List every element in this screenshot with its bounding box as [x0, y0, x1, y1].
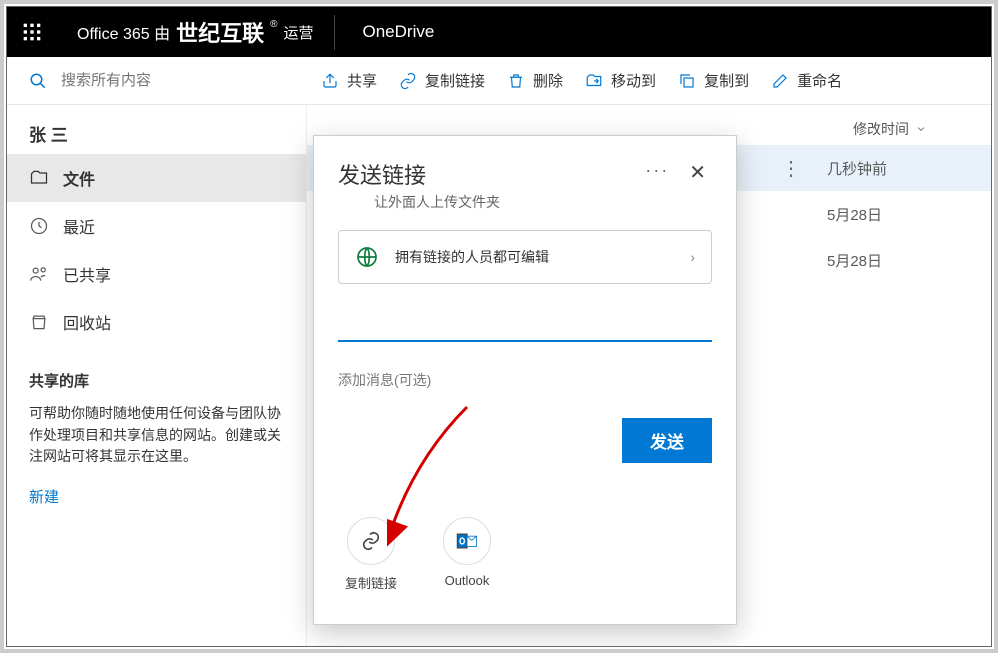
row-modified: 5月28日 — [827, 204, 967, 225]
shared-libraries-text: 可帮助你随时随地使用任何设备与团队协作处理项目和共享信息的网站。创建或关注网站可… — [7, 399, 306, 468]
rename-label: 重命名 — [797, 70, 842, 91]
rename-button[interactable]: 重命名 — [771, 70, 842, 91]
message-label: 添加消息(可选) — [338, 370, 712, 390]
row-modified: 5月28日 — [827, 250, 967, 271]
chevron-right-icon: › — [690, 249, 695, 265]
link-scope-selector[interactable]: 拥有链接的人员都可编辑 › — [338, 230, 712, 284]
column-modified-label: 修改时间 — [853, 119, 909, 139]
sidebar-item-recent[interactable]: 最近 — [7, 202, 306, 250]
app-name[interactable]: OneDrive — [335, 22, 463, 42]
watermark-text: © 2019 ZJUNSEN https://blog.51cto.com/rd… — [646, 13, 977, 31]
sidebar-item-files[interactable]: 文件 — [7, 154, 306, 202]
row-more-icon[interactable]: ⋮ — [781, 156, 801, 181]
brand-suffix: 运营 — [283, 22, 313, 43]
dialog-subtitle: 让外面人上传文件夹 — [338, 192, 639, 212]
link-icon — [399, 72, 417, 90]
move-to-label: 移动到 — [611, 70, 656, 91]
sidebar-item-recycle[interactable]: 回收站 — [7, 298, 306, 346]
copy-to-button[interactable]: 复制到 — [678, 70, 749, 91]
outlook-action[interactable]: Outlook — [434, 517, 500, 592]
sidebar: 张 三 文件 最近 已共享 回收站 共享的库 可帮助你随时随地使用任何设备与团队… — [7, 105, 307, 646]
sidebar-item-label: 回收站 — [63, 310, 111, 334]
waffle-icon — [22, 22, 42, 42]
sidebar-item-label: 文件 — [63, 166, 95, 190]
brand-prefix: Office 365 由 — [77, 20, 170, 44]
trash-icon — [507, 72, 525, 90]
dialog-close-button[interactable]: ✕ — [683, 158, 712, 187]
send-link-dialog: 发送链接 让外面人上传文件夹 ··· ✕ 拥有链接的人员都可编辑 › 添加消息(… — [313, 135, 737, 625]
copy-to-label: 复制到 — [704, 70, 749, 91]
search-box[interactable] — [7, 72, 307, 90]
dialog-more-button[interactable]: ··· — [639, 158, 675, 183]
share-label: 共享 — [347, 70, 377, 91]
suite-brand: Office 365 由 世纪互联 ® 运营 — [57, 15, 335, 50]
link-icon — [360, 530, 382, 552]
column-modified[interactable]: 修改时间 — [853, 119, 967, 139]
copy-link-label: 复制链接 — [425, 70, 485, 91]
share-icon — [321, 72, 339, 90]
command-row: 共享 复制链接 删除 移动到 复制到 重命名 — [7, 57, 991, 105]
chevron-down-icon — [915, 123, 927, 135]
dialog-title: 发送链接 — [338, 158, 639, 190]
search-icon — [29, 72, 47, 90]
sidebar-item-shared[interactable]: 已共享 — [7, 250, 306, 298]
sidebar-item-label: 最近 — [63, 214, 95, 238]
clock-icon — [29, 216, 49, 236]
row-modified: 几秒钟前 — [827, 158, 967, 179]
delete-label: 删除 — [533, 70, 563, 91]
sidebar-item-label: 已共享 — [63, 262, 111, 286]
delete-button[interactable]: 删除 — [507, 70, 563, 91]
copy-link-button[interactable]: 复制链接 — [399, 70, 485, 91]
move-icon — [585, 72, 603, 90]
command-bar: 共享 复制链接 删除 移动到 复制到 重命名 — [307, 70, 842, 91]
brand-main: 世纪互联 — [176, 16, 264, 48]
people-icon — [29, 264, 49, 284]
app-launcher-button[interactable] — [7, 7, 57, 57]
brand-trademark: ® — [270, 19, 277, 30]
search-input[interactable] — [61, 72, 307, 89]
outlook-icon — [456, 530, 478, 552]
globe-icon — [355, 245, 379, 269]
recycle-icon — [29, 312, 49, 332]
move-to-button[interactable]: 移动到 — [585, 70, 656, 91]
folder-icon — [29, 168, 49, 188]
copy-icon — [678, 72, 696, 90]
outlook-label: Outlook — [445, 573, 490, 588]
send-button[interactable]: 发送 — [622, 418, 712, 463]
link-scope-label: 拥有链接的人员都可编辑 — [395, 247, 674, 267]
create-new-link[interactable]: 新建 — [7, 468, 306, 525]
owner-name[interactable]: 张 三 — [7, 105, 306, 154]
share-button[interactable]: 共享 — [321, 70, 377, 91]
edit-icon — [771, 72, 789, 90]
copy-link-action[interactable]: 复制链接 — [338, 517, 404, 592]
recipient-input[interactable] — [338, 312, 712, 342]
copy-link-label: 复制链接 — [345, 573, 397, 592]
shared-libraries-heading: 共享的库 — [7, 346, 306, 399]
